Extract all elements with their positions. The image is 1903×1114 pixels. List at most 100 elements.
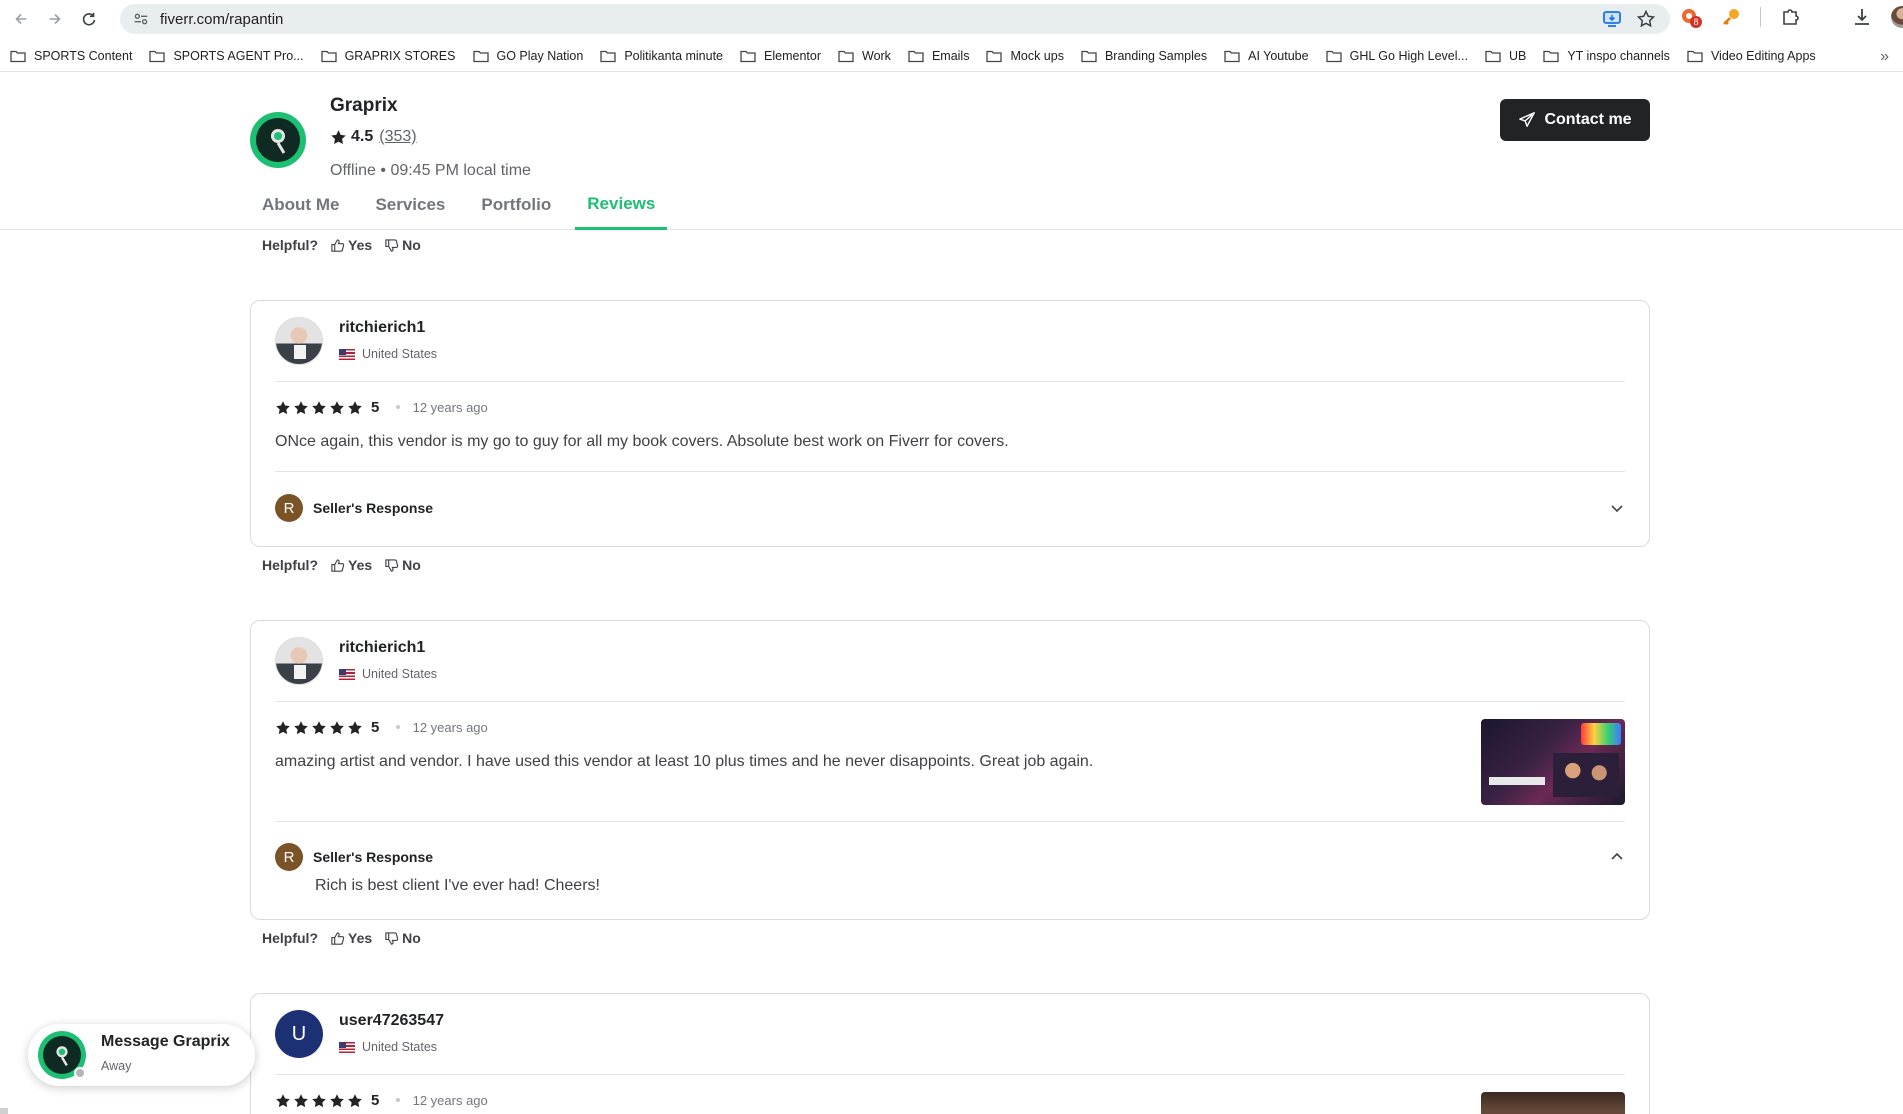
seller-response-label: Seller's Response: [313, 849, 434, 865]
bookmark-label: Work: [862, 48, 891, 63]
thumbs-up-icon: [331, 238, 345, 252]
paper-plane-icon: [1519, 112, 1536, 128]
tab-services[interactable]: Services: [363, 180, 457, 230]
forward-button[interactable]: [38, 2, 72, 36]
key-extension-icon[interactable]: [1720, 6, 1742, 28]
seller-rating: 4.5 (353): [330, 128, 417, 146]
presence-dot: [74, 1067, 86, 1079]
helpful-row: Helpful? Yes No: [262, 237, 421, 253]
us-flag-icon: [339, 668, 355, 680]
reviewer-username[interactable]: user47263547: [339, 1012, 444, 1030]
bookmarks-overflow-icon[interactable]: »: [1880, 48, 1889, 66]
folder-icon: [908, 50, 924, 62]
helpful-yes-button[interactable]: Yes: [330, 930, 372, 946]
chevron-up-icon[interactable]: [1609, 849, 1625, 865]
divider: [275, 1074, 1625, 1075]
divider: [275, 381, 1625, 382]
seller-response-toggle[interactable]: R Seller's Response: [275, 843, 1625, 871]
helpful-no-button[interactable]: No: [384, 930, 421, 946]
seller-response-text: Rich is best client I've ever had! Cheer…: [315, 877, 600, 894]
helpful-yes-button[interactable]: Yes: [330, 557, 372, 573]
bookmark-label: GO Play Nation: [496, 48, 584, 63]
bookmark-folder[interactable]: YT inspo channels: [1543, 49, 1670, 63]
bookmark-label: Elementor: [764, 48, 821, 63]
bookmark-folder[interactable]: SPORTS Content: [10, 49, 132, 63]
bookmark-folder[interactable]: Mock ups: [986, 49, 1064, 63]
arrow-left-icon: [15, 13, 27, 25]
star-icon: [294, 720, 308, 734]
extension-badge: 8: [1690, 16, 1702, 28]
chevron-down-icon[interactable]: [1609, 500, 1625, 516]
bookmark-folder[interactable]: GRAPRIX STORES: [320, 48, 456, 63]
address-bar[interactable]: fiverr.com/rapantin: [120, 4, 1670, 34]
bookmark-folder[interactable]: Work: [838, 49, 891, 63]
folder-icon: [1543, 50, 1559, 62]
folder-icon: [1687, 50, 1703, 62]
tab-portfolio[interactable]: Portfolio: [469, 180, 563, 230]
contact-me-label: Contact me: [1544, 111, 1632, 128]
seller-response-label: Seller's Response: [313, 500, 434, 516]
review-score: 5: [371, 399, 380, 416]
reviewer-username[interactable]: ritchierich1: [339, 639, 425, 657]
helpful-yes-button[interactable]: Yes: [330, 237, 372, 253]
star-icon: [348, 1093, 362, 1107]
bookmark-label: GRAPRIX STORES: [344, 48, 456, 63]
review-delivery-image[interactable]: [1481, 719, 1625, 805]
seller-response-toggle[interactable]: R Seller's Response: [275, 494, 1625, 522]
site-settings-icon[interactable]: [132, 10, 150, 28]
folder-icon: [1081, 50, 1097, 62]
tab-reviews[interactable]: Reviews: [575, 180, 668, 230]
contact-me-button[interactable]: Contact me: [1500, 99, 1650, 141]
seller-rating-score: 4.5: [351, 128, 374, 145]
reviewer-avatar[interactable]: U: [275, 1010, 323, 1058]
bookmark-folder[interactable]: AI Youtube: [1224, 49, 1309, 63]
folder-icon: [1485, 50, 1501, 62]
star-icon: [312, 720, 326, 734]
bookmark-star-icon[interactable]: [1636, 9, 1656, 29]
helpful-no-button[interactable]: No: [384, 557, 421, 573]
thumbs-down-icon: [385, 238, 399, 252]
review-card: ritchierich1 United States 5 • 12 years …: [250, 300, 1650, 547]
bookmark-folder[interactable]: Politikanta minute: [600, 49, 723, 63]
browser-toolbar: fiverr.com/rapantin 8: [0, 0, 1903, 38]
helpful-no-button[interactable]: No: [384, 237, 421, 253]
puzzle-extensions-icon[interactable]: [1779, 6, 1801, 28]
seller-avatar[interactable]: [250, 112, 306, 168]
reviewer-avatar[interactable]: [275, 317, 323, 365]
bookmark-folder[interactable]: Elementor: [740, 49, 821, 63]
review-rating: 5 • 12 years ago: [275, 1092, 488, 1109]
bookmark-folder[interactable]: SPORTS AGENT Pro...: [149, 49, 304, 63]
reviewer-username[interactable]: ritchierich1: [339, 319, 425, 337]
review-card: ritchierich1 United States 5 • 12 years …: [250, 620, 1650, 920]
reviewer-avatar[interactable]: [275, 637, 323, 685]
divider: [275, 821, 1625, 822]
bookmark-label: Politikanta minute: [624, 48, 724, 63]
review-delivery-image[interactable]: [1481, 1092, 1625, 1114]
seller-name: Graprix: [330, 95, 398, 116]
star-icon: [312, 1093, 326, 1107]
extension-notifications[interactable]: 8: [1680, 6, 1702, 28]
seller-avatar: [38, 1031, 86, 1079]
back-button[interactable]: [4, 2, 38, 36]
profile-avatar[interactable]: [1891, 6, 1903, 28]
message-seller-widget[interactable]: Message Graprix Away: [28, 1024, 255, 1086]
message-widget-title: Message Graprix: [101, 1033, 230, 1050]
reload-button[interactable]: [72, 2, 106, 36]
star-icon: [330, 1093, 344, 1107]
star-icon: [312, 400, 326, 414]
bookmark-folder[interactable]: Video Editing Apps: [1687, 49, 1816, 63]
helpful-label: Helpful?: [262, 237, 318, 253]
bookmark-folder[interactable]: Branding Samples: [1081, 49, 1207, 63]
install-app-icon[interactable]: [1602, 9, 1622, 29]
microphone-logo-icon: [56, 1046, 68, 1067]
bookmark-folder[interactable]: Emails: [908, 49, 969, 63]
bookmark-folder[interactable]: GHL Go High Level...: [1325, 49, 1468, 63]
review-text: ONce again, this vendor is my go to guy …: [275, 433, 1009, 450]
bookmark-folder[interactable]: UB: [1485, 49, 1526, 63]
download-icon[interactable]: [1851, 6, 1873, 28]
bookmark-folder[interactable]: GO Play Nation: [472, 48, 584, 63]
reload-icon: [82, 12, 96, 26]
seller-review-count[interactable]: (353): [379, 128, 416, 146]
tab-about-me[interactable]: About Me: [250, 180, 351, 230]
bookmarks-bar: SPORTS Content SPORTS AGENT Pro... GRAPRIX…: [0, 40, 1903, 72]
